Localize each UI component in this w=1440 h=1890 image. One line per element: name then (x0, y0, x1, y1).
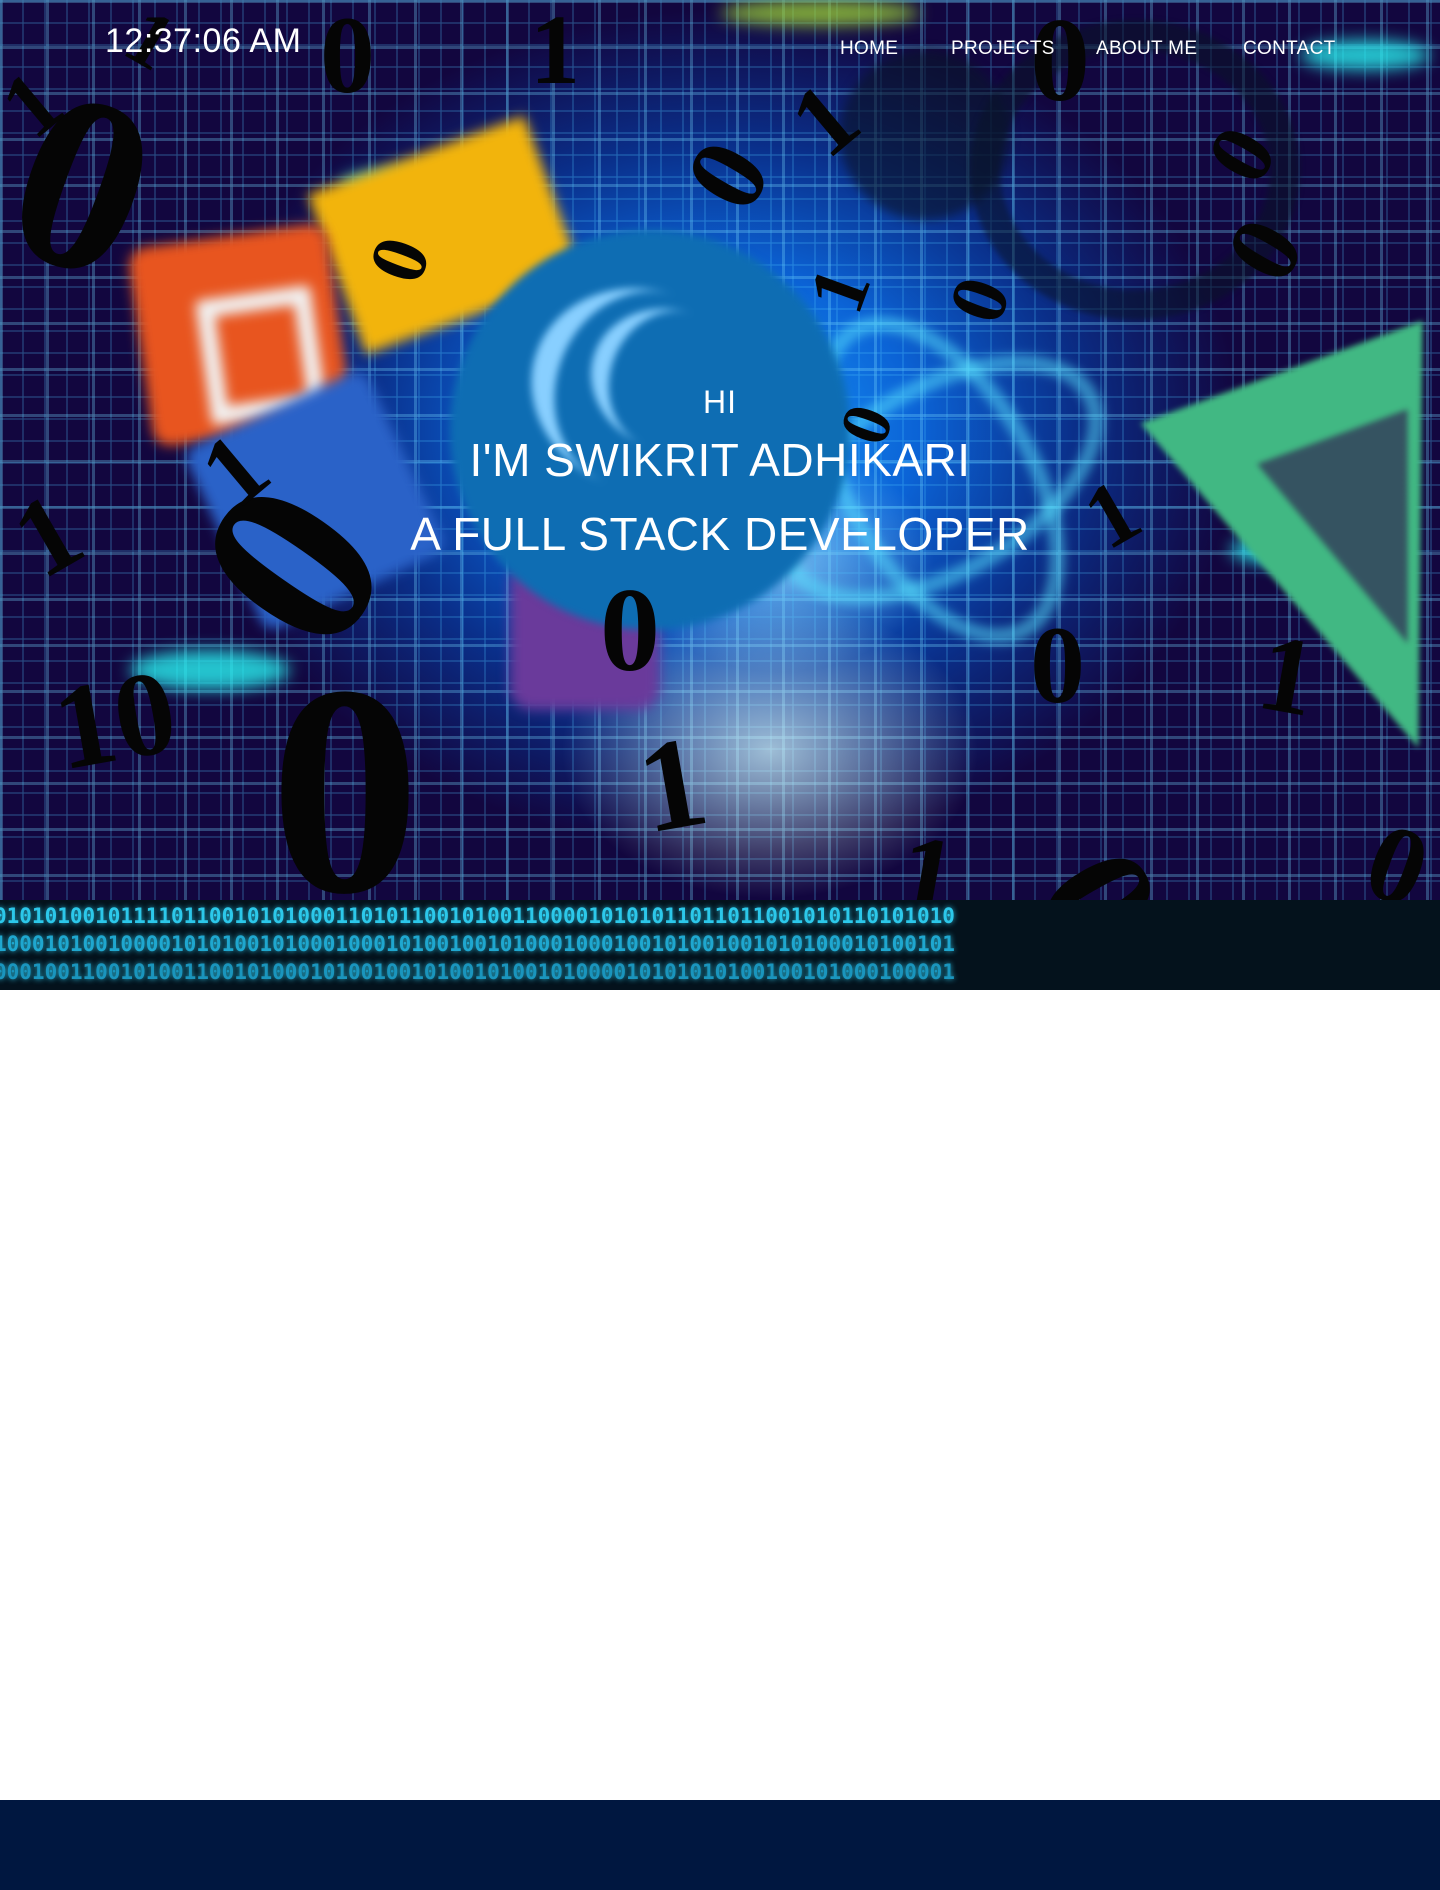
nav-projects-link[interactable]: PROJECTS (951, 38, 1055, 60)
nav-home-link[interactable]: HOME (840, 38, 898, 60)
hero-name-heading: I'M SWIKRIT ADHIKARI (469, 434, 971, 486)
page-footer (0, 1800, 1440, 1890)
floating-ten-icon: 10 (44, 643, 186, 796)
nav-about-me-link[interactable]: ABOUT ME (1096, 38, 1197, 60)
main-content-area (0, 990, 1440, 1800)
main-nav: HOME PROJECTS ABOUT ME CONTACT (0, 38, 1440, 68)
hero-intro: HI I'M SWIKRIT ADHIKARI A FULL STACK DEV… (0, 380, 1440, 566)
binary-code-strip: 0101010010111101100101010001101011001010… (0, 900, 1440, 990)
hero-banner: 0 1 1 0 1 0 0 1 0 1 0 0 1 0 0 0 1 1 0 1 … (0, 0, 1440, 900)
binary-line: 0101010010111101100101010001101011001010… (0, 904, 955, 928)
floating-zero-icon: 0 (600, 563, 660, 696)
green-streak (720, 0, 920, 26)
nav-contact-link[interactable]: CONTACT (1243, 38, 1336, 60)
binary-line: 1000101001000010101001010001000101001001… (0, 932, 955, 956)
floating-zero-icon: 0 (270, 624, 420, 900)
hero-role-heading: A FULL STACK DEVELOPER (410, 508, 1030, 560)
binary-line: 0001001100101001100101000101001001010010… (0, 960, 955, 984)
hero-greeting: HI (703, 384, 737, 420)
floating-zero-icon: 0 (1030, 604, 1085, 726)
